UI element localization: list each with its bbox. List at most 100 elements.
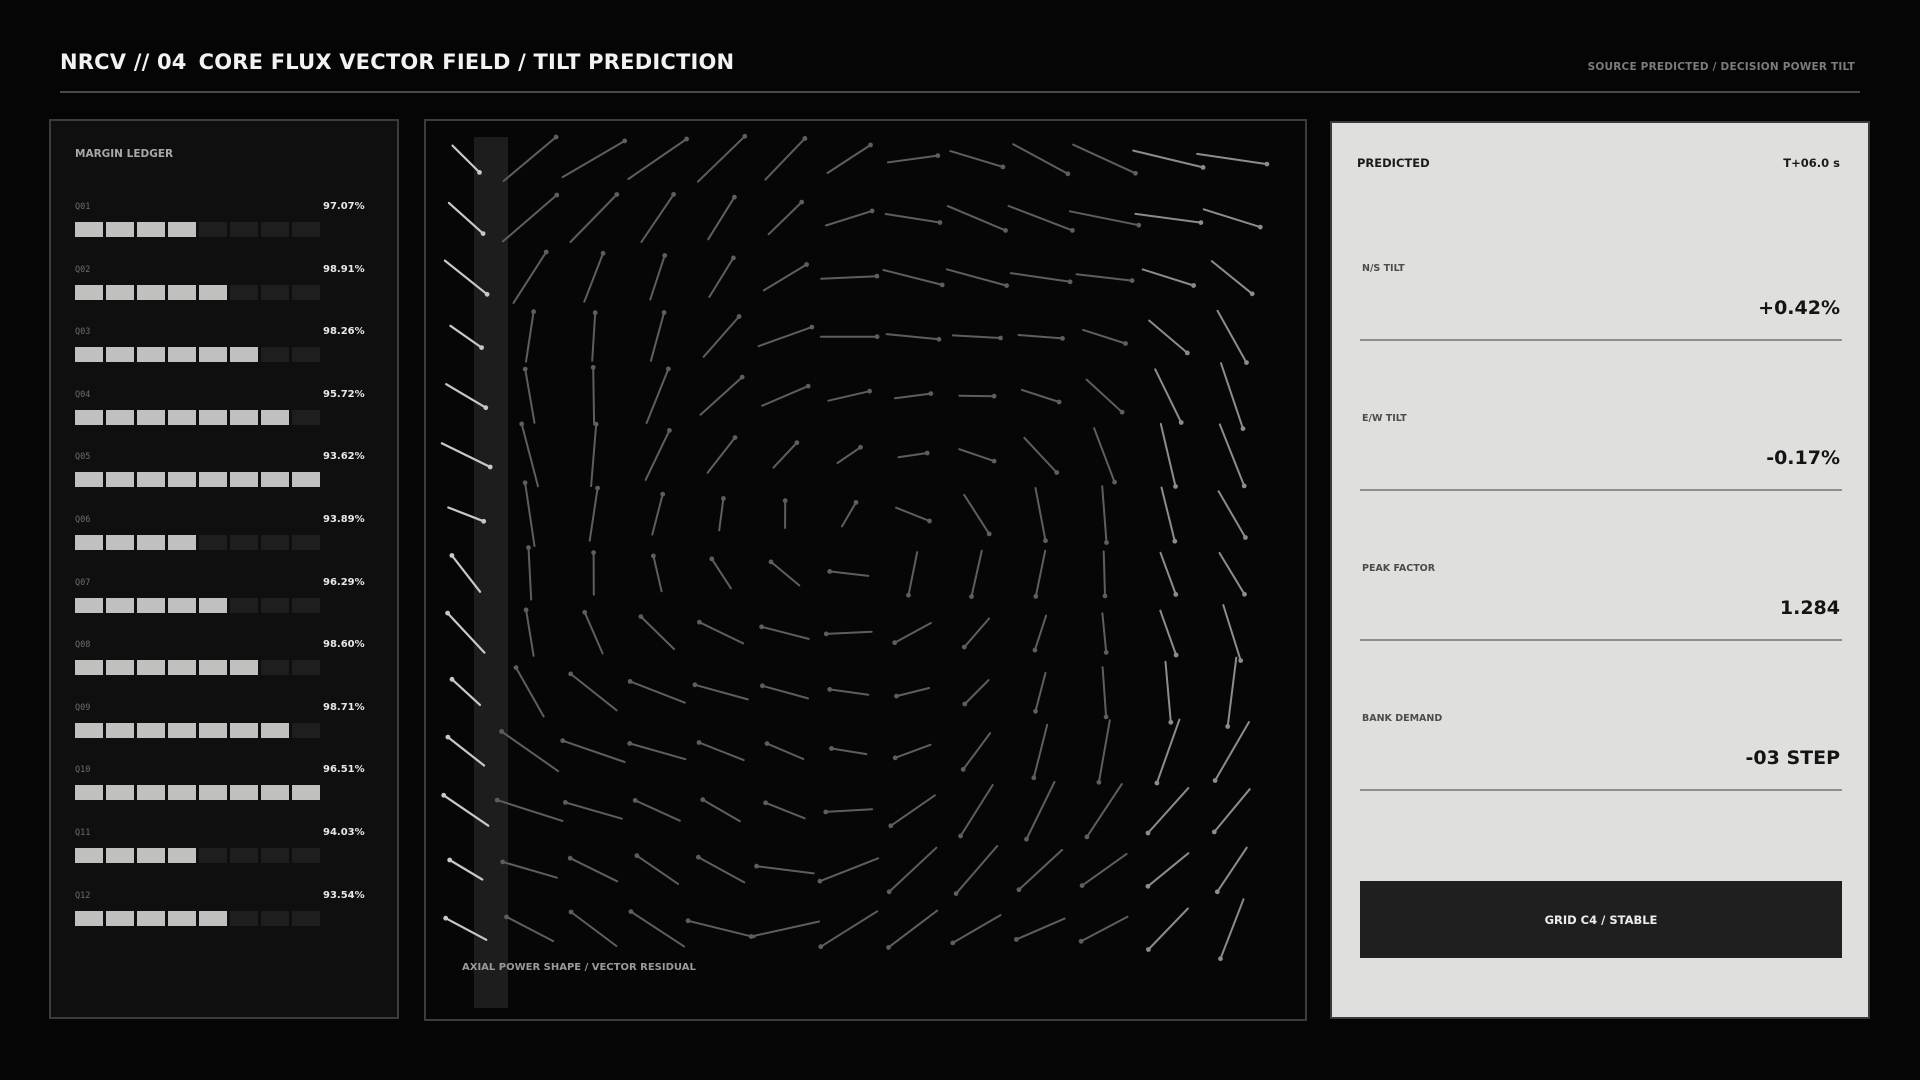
flux-vector	[1068, 210, 1140, 227]
flux-vector	[1155, 718, 1181, 784]
ledger-bar-segment	[261, 284, 289, 300]
margin-ledger-panel: MARGIN LEDGER Q01 97.07% Q02 98.91% Q03 98.26…	[49, 119, 399, 1019]
ledger-bar-segment	[230, 660, 258, 676]
flux-vector-head	[927, 518, 932, 524]
ledger-bar-segment	[261, 409, 289, 425]
flux-vector-head	[662, 253, 668, 258]
flux-vector	[1147, 787, 1190, 834]
ledger-bar-segment	[168, 910, 196, 926]
ledger-bar-segment	[292, 848, 320, 863]
flux-vector	[501, 860, 558, 879]
flux-vector	[830, 747, 868, 756]
ledger-bar-segment	[106, 222, 134, 237]
flux-vector	[698, 621, 745, 645]
flux-vector-head	[513, 665, 519, 670]
ledger-bar-segment	[137, 848, 165, 863]
flux-vector-head	[1173, 592, 1179, 597]
flux-vector	[583, 252, 605, 303]
ledger-row: Q10 96.51%	[75, 764, 375, 813]
metric-divider	[1360, 339, 1842, 341]
flux-vector	[836, 446, 862, 464]
ledger-row: Q02 98.91%	[75, 264, 375, 313]
metric-value: 1.284	[1779, 597, 1840, 619]
ledger-row-bar	[75, 535, 320, 550]
flux-vector	[1154, 368, 1183, 424]
ledger-bar-segment	[261, 910, 289, 926]
flux-vector-head	[628, 909, 634, 914]
flux-vector	[1082, 328, 1127, 345]
flux-vector	[515, 666, 545, 718]
flux-vector	[1134, 212, 1202, 224]
flux-vector-head	[817, 878, 823, 884]
ledger-row-id: Q06	[75, 515, 91, 525]
flux-vector	[828, 570, 870, 577]
flux-vector-head	[591, 550, 596, 555]
flux-vector	[710, 557, 732, 590]
source-label: SOURCE PREDICTED / DECISION POWER TILT	[1587, 61, 1855, 73]
flux-vector	[895, 687, 931, 698]
ledger-row-percent: 98.60%	[323, 639, 365, 651]
flux-vector-head	[721, 496, 726, 501]
ledger-row-percent: 95.72%	[323, 388, 365, 400]
ledger-bar-segment	[168, 347, 196, 363]
ledger-bar-segment	[230, 848, 258, 863]
flux-vector-head	[445, 610, 450, 616]
flux-vector-head	[582, 609, 588, 615]
ledger-bar-segment	[168, 284, 196, 300]
flux-vector	[841, 501, 857, 528]
flux-vector	[1009, 272, 1072, 283]
flux-vector	[1033, 614, 1048, 652]
ledger-row-id: Q02	[75, 264, 91, 275]
ledger-row-id: Q12	[75, 890, 91, 901]
flux-vector	[963, 679, 990, 705]
ledger-bar-segment	[106, 722, 134, 738]
flux-vector-head	[823, 631, 829, 637]
page-code: NRCV // 04	[60, 50, 187, 74]
ledger-row-id: Q03	[75, 327, 91, 338]
ledger-bar-segment	[292, 722, 320, 738]
flux-vector-head	[1103, 714, 1109, 720]
flux-vector	[828, 688, 870, 696]
flux-vector	[1015, 917, 1066, 941]
flux-vector	[824, 209, 874, 227]
flux-vector-head	[651, 553, 656, 559]
flux-vector	[958, 448, 996, 463]
flux-vector-head	[697, 619, 702, 625]
flux-vector	[1146, 852, 1190, 888]
flux-vector	[569, 857, 619, 883]
flux-vector	[693, 683, 749, 701]
flux-vector-head	[935, 153, 941, 158]
ledger-bar-segment	[261, 660, 289, 676]
grid-status-button[interactable]: GRID C4 / STABLE	[1360, 881, 1842, 958]
ledger-bar-segment	[261, 222, 289, 237]
flux-vector	[958, 394, 996, 398]
flux-vector	[627, 138, 688, 180]
flux-vector-head	[696, 854, 701, 860]
ledger-bar-segment	[137, 222, 165, 237]
flux-vector	[718, 497, 725, 532]
ledger-row-bar	[75, 722, 320, 738]
flux-vector	[525, 310, 535, 363]
flux-vector-head	[1031, 775, 1037, 781]
flux-vector	[708, 256, 735, 298]
page-title: NRCV // 04 CORE FLUX VECTOR FIELD / TILT …	[60, 50, 734, 74]
ledger-bar-segment	[106, 535, 134, 550]
ledger-bar-segment	[137, 535, 165, 550]
ledger-bar-segment	[137, 722, 165, 738]
flux-vector	[583, 611, 604, 655]
prediction-panel: PREDICTED T+06.0 s N/S TILT +0.42% E/W TIL…	[1330, 121, 1870, 1019]
flux-vector	[1080, 915, 1129, 943]
ledger-bar-segment	[75, 284, 103, 300]
ledger-row: Q11 94.03%	[75, 827, 375, 876]
flux-vector	[651, 493, 664, 536]
flux-vector-head	[499, 729, 504, 734]
flux-vector-head	[1004, 283, 1009, 288]
flux-vector-head	[1240, 426, 1246, 431]
flux-vector	[649, 311, 666, 362]
ledger-row-id: Q01	[75, 202, 91, 212]
flux-vector-head	[1184, 350, 1190, 356]
flux-vector	[1034, 487, 1047, 542]
ledger-bar-segment	[106, 472, 134, 488]
ledger-bar-segment	[75, 785, 103, 801]
flux-vector	[766, 742, 805, 760]
